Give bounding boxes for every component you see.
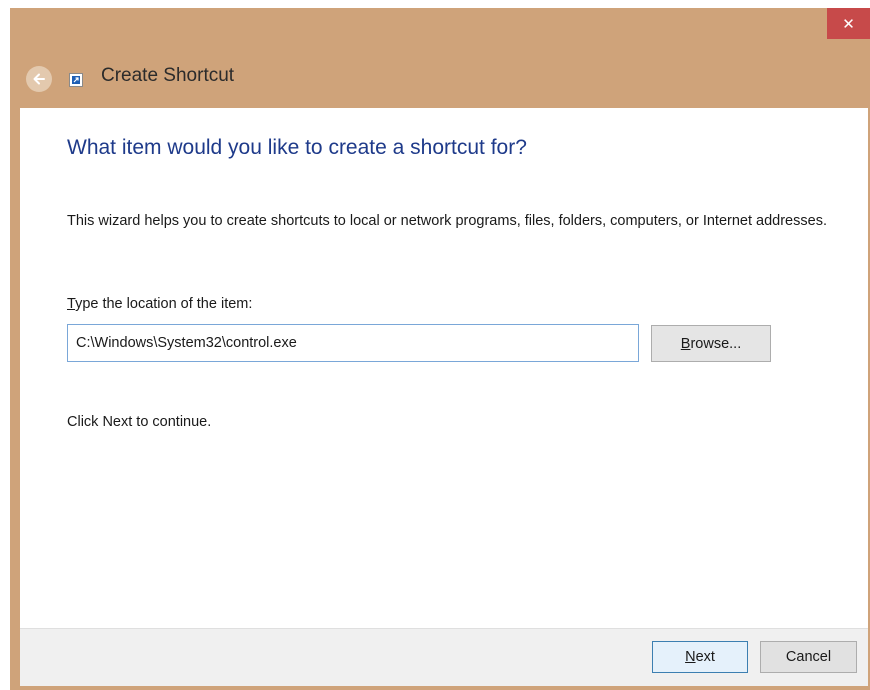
cancel-button[interactable]: Cancel xyxy=(760,641,857,673)
wizard-title: Create Shortcut xyxy=(101,65,235,86)
shortcut-icon xyxy=(69,73,83,87)
back-button[interactable] xyxy=(26,66,52,92)
browse-button[interactable]: Browse... xyxy=(651,325,771,362)
wizard-content: What item would you like to create a sho… xyxy=(20,108,868,628)
browse-accesskey: B xyxy=(680,335,691,352)
close-button[interactable]: ✕ xyxy=(827,8,870,39)
create-shortcut-window: ✕ Create Shortcut What item would you li… xyxy=(10,8,870,690)
location-field-label: Type the location of the item: xyxy=(67,296,252,312)
next-label: ext xyxy=(695,649,715,665)
location-label-text: ype the location of the item: xyxy=(75,296,253,312)
continue-hint: Click Next to continue. xyxy=(67,414,212,430)
wizard-description: This wizard helps you to create shortcut… xyxy=(67,213,827,229)
browse-label: rowse... xyxy=(690,335,742,352)
cancel-label: Cancel xyxy=(785,649,832,665)
location-input[interactable] xyxy=(67,324,639,362)
title-bar: ✕ Create Shortcut xyxy=(10,8,870,108)
page-heading: What item would you like to create a sho… xyxy=(67,136,527,159)
back-arrow-icon xyxy=(33,73,45,85)
wizard-footer: Next Cancel xyxy=(20,628,868,686)
next-accesskey: N xyxy=(685,649,696,665)
close-icon: ✕ xyxy=(842,15,855,33)
location-label-accesskey: T xyxy=(67,296,76,312)
next-button[interactable]: Next xyxy=(652,641,748,673)
